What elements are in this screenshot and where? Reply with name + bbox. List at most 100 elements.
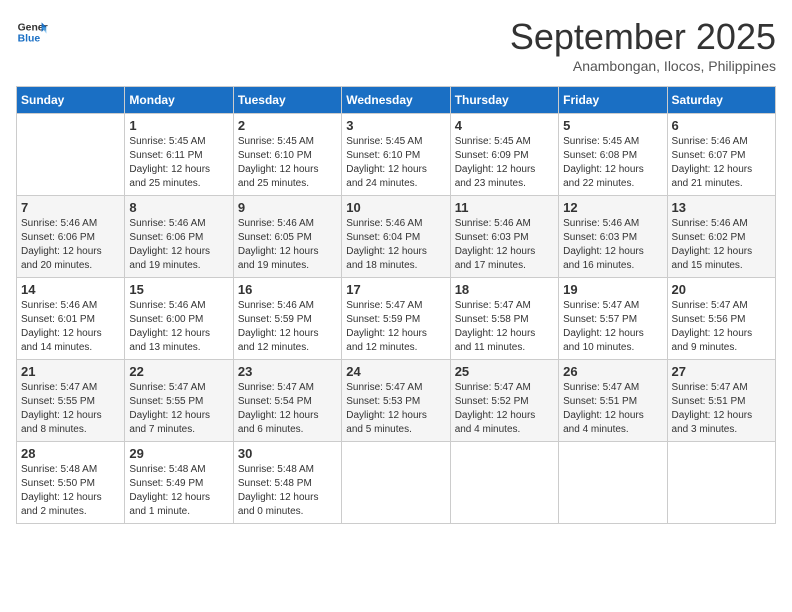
day-number: 16 (238, 282, 337, 297)
day-number: 20 (672, 282, 771, 297)
calendar-cell: 22 Sunrise: 5:47 AM Sunset: 5:55 PM Dayli… (125, 360, 233, 442)
calendar-cell: 23 Sunrise: 5:47 AM Sunset: 5:54 PM Dayli… (233, 360, 341, 442)
day-number: 10 (346, 200, 445, 215)
day-number: 18 (455, 282, 554, 297)
calendar-week-5: 28 Sunrise: 5:48 AM Sunset: 5:50 PM Dayli… (17, 442, 776, 524)
day-info: Sunrise: 5:46 AM Sunset: 6:03 PM Dayligh… (563, 217, 662, 273)
calendar-cell: 17Sunrise: 5:47 AM Sunset: 5:59 PM Dayli… (342, 278, 450, 360)
svg-text:Blue: Blue (18, 34, 41, 45)
calendar-cell: 30Sunrise: 5:48 AM Sunset: 5:48 PM Dayli… (233, 442, 341, 524)
page-header: General Blue September 2025 Anambongan, … (16, 16, 776, 74)
weekday-header-monday: Monday (125, 87, 233, 114)
calendar-cell: 6 Sunrise: 5:46 AM Sunset: 6:07 PM Daylig… (667, 114, 775, 196)
day-number: 27 (672, 364, 771, 379)
day-info: Sunrise: 5:46 AM Sunset: 6:01 PM Dayligh… (21, 299, 120, 355)
day-info: Sunrise: 5:47 AM Sunset: 5:53 PM Dayligh… (346, 381, 445, 437)
location-subtitle: Anambongan, Ilocos, Philippines (510, 58, 776, 74)
weekday-header-friday: Friday (559, 87, 667, 114)
day-number: 23 (238, 364, 337, 379)
day-info: Sunrise: 5:46 AM Sunset: 6:07 PM Dayligh… (672, 135, 771, 191)
calendar-week-4: 21 Sunrise: 5:47 AM Sunset: 5:55 PM Dayli… (17, 360, 776, 442)
calendar-cell (450, 442, 558, 524)
calendar-cell: 4 Sunrise: 5:45 AM Sunset: 6:09 PM Daylig… (450, 114, 558, 196)
day-info: Sunrise: 5:47 AM Sunset: 5:51 PM Dayligh… (563, 381, 662, 437)
day-number: 12 (563, 200, 662, 215)
calendar-cell (559, 442, 667, 524)
day-number: 9 (238, 200, 337, 215)
day-number: 7 (21, 200, 120, 215)
calendar-cell: 1Sunrise: 5:45 AM Sunset: 6:11 PM Daylig… (125, 114, 233, 196)
day-info: Sunrise: 5:46 AM Sunset: 6:00 PM Dayligh… (129, 299, 228, 355)
weekday-header-wednesday: Wednesday (342, 87, 450, 114)
day-info: Sunrise: 5:46 AM Sunset: 6:06 PM Dayligh… (21, 217, 120, 273)
calendar-cell: 3Sunrise: 5:45 AM Sunset: 6:10 PM Daylig… (342, 114, 450, 196)
day-number: 4 (455, 118, 554, 133)
day-number: 26 (563, 364, 662, 379)
day-number: 11 (455, 200, 554, 215)
day-number: 14 (21, 282, 120, 297)
calendar-cell: 13 Sunrise: 5:46 AM Sunset: 6:02 PM Dayli… (667, 196, 775, 278)
weekday-header-thursday: Thursday (450, 87, 558, 114)
day-info: Sunrise: 5:47 AM Sunset: 5:55 PM Dayligh… (21, 381, 120, 437)
calendar-cell: 21 Sunrise: 5:47 AM Sunset: 5:55 PM Dayli… (17, 360, 125, 442)
calendar-cell: 29 Sunrise: 5:48 AM Sunset: 5:49 PM Dayli… (125, 442, 233, 524)
day-info: Sunrise: 5:45 AM Sunset: 6:11 PM Dayligh… (129, 135, 228, 191)
weekday-header-saturday: Saturday (667, 87, 775, 114)
calendar-cell: 8 Sunrise: 5:46 AM Sunset: 6:06 PM Daylig… (125, 196, 233, 278)
day-number: 5 (563, 118, 662, 133)
calendar-cell (342, 442, 450, 524)
day-info: Sunrise: 5:47 AM Sunset: 5:52 PM Dayligh… (455, 381, 554, 437)
calendar-cell: 9 Sunrise: 5:46 AM Sunset: 6:05 PM Daylig… (233, 196, 341, 278)
day-number: 13 (672, 200, 771, 215)
day-info: Sunrise: 5:46 AM Sunset: 6:06 PM Dayligh… (129, 217, 228, 273)
day-info: Sunrise: 5:47 AM Sunset: 5:57 PM Dayligh… (563, 299, 662, 355)
calendar-cell: 12 Sunrise: 5:46 AM Sunset: 6:03 PM Dayli… (559, 196, 667, 278)
logo: General Blue (16, 16, 48, 48)
calendar-cell: 26 Sunrise: 5:47 AM Sunset: 5:51 PM Dayli… (559, 360, 667, 442)
day-info: Sunrise: 5:47 AM Sunset: 5:56 PM Dayligh… (672, 299, 771, 355)
day-info: Sunrise: 5:46 AM Sunset: 6:02 PM Dayligh… (672, 217, 771, 273)
logo-icon: General Blue (16, 16, 48, 48)
day-number: 29 (129, 446, 228, 461)
calendar-cell: 20 Sunrise: 5:47 AM Sunset: 5:56 PM Dayli… (667, 278, 775, 360)
day-number: 2 (238, 118, 337, 133)
calendar-cell (17, 114, 125, 196)
day-info: Sunrise: 5:47 AM Sunset: 5:51 PM Dayligh… (672, 381, 771, 437)
weekday-header-tuesday: Tuesday (233, 87, 341, 114)
calendar-cell: 2Sunrise: 5:45 AM Sunset: 6:10 PM Daylig… (233, 114, 341, 196)
calendar-cell: 10 Sunrise: 5:46 AM Sunset: 6:04 PM Dayli… (342, 196, 450, 278)
day-info: Sunrise: 5:46 AM Sunset: 5:59 PM Dayligh… (238, 299, 337, 355)
day-number: 19 (563, 282, 662, 297)
day-info: Sunrise: 5:48 AM Sunset: 5:48 PM Dayligh… (238, 463, 337, 519)
day-number: 21 (21, 364, 120, 379)
day-info: Sunrise: 5:47 AM Sunset: 5:54 PM Dayligh… (238, 381, 337, 437)
month-title: September 2025 (510, 16, 776, 58)
day-info: Sunrise: 5:45 AM Sunset: 6:08 PM Dayligh… (563, 135, 662, 191)
calendar-cell (667, 442, 775, 524)
weekday-header-sunday: Sunday (17, 87, 125, 114)
calendar-cell: 24 Sunrise: 5:47 AM Sunset: 5:53 PM Dayli… (342, 360, 450, 442)
calendar-cell: 25Sunrise: 5:47 AM Sunset: 5:52 PM Dayli… (450, 360, 558, 442)
calendar-table: SundayMondayTuesdayWednesdayThursdayFrid… (16, 86, 776, 524)
calendar-week-1: 1Sunrise: 5:45 AM Sunset: 6:11 PM Daylig… (17, 114, 776, 196)
calendar-cell: 14 Sunrise: 5:46 AM Sunset: 6:01 PM Dayli… (17, 278, 125, 360)
day-info: Sunrise: 5:47 AM Sunset: 5:58 PM Dayligh… (455, 299, 554, 355)
day-number: 8 (129, 200, 228, 215)
day-info: Sunrise: 5:48 AM Sunset: 5:49 PM Dayligh… (129, 463, 228, 519)
title-section: September 2025 Anambongan, Ilocos, Phili… (510, 16, 776, 74)
calendar-cell: 16 Sunrise: 5:46 AM Sunset: 5:59 PM Dayli… (233, 278, 341, 360)
calendar-week-2: 7 Sunrise: 5:46 AM Sunset: 6:06 PM Daylig… (17, 196, 776, 278)
calendar-cell: 15Sunrise: 5:46 AM Sunset: 6:00 PM Dayli… (125, 278, 233, 360)
day-number: 6 (672, 118, 771, 133)
day-info: Sunrise: 5:46 AM Sunset: 6:05 PM Dayligh… (238, 217, 337, 273)
day-number: 22 (129, 364, 228, 379)
day-info: Sunrise: 5:45 AM Sunset: 6:09 PM Dayligh… (455, 135, 554, 191)
day-info: Sunrise: 5:46 AM Sunset: 6:04 PM Dayligh… (346, 217, 445, 273)
day-number: 24 (346, 364, 445, 379)
day-number: 3 (346, 118, 445, 133)
day-number: 28 (21, 446, 120, 461)
day-number: 17 (346, 282, 445, 297)
calendar-cell: 11Sunrise: 5:46 AM Sunset: 6:03 PM Dayli… (450, 196, 558, 278)
day-info: Sunrise: 5:47 AM Sunset: 5:55 PM Dayligh… (129, 381, 228, 437)
day-info: Sunrise: 5:48 AM Sunset: 5:50 PM Dayligh… (21, 463, 120, 519)
